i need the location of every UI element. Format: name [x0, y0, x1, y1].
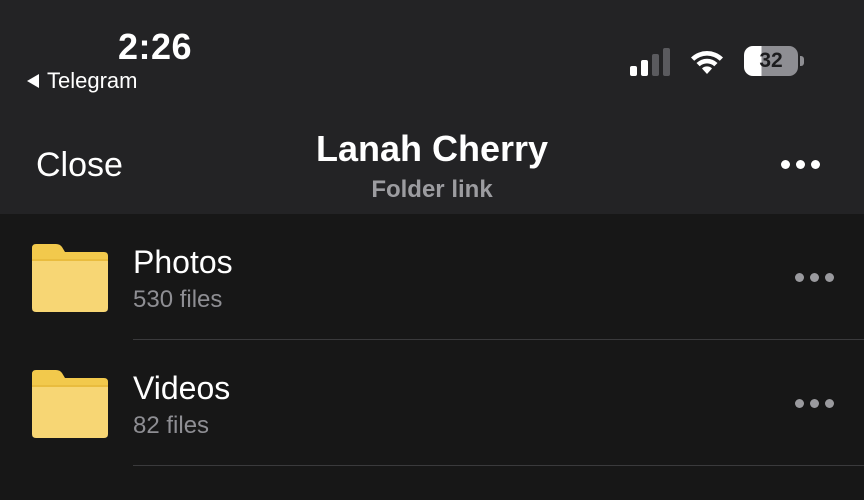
top-bar: 2:26 Telegram 32 Close Lanah Cherry Fold…	[0, 0, 864, 214]
row-more-icon[interactable]	[795, 399, 834, 408]
cellular-signal-icon	[630, 46, 670, 76]
more-options-icon[interactable]	[781, 160, 820, 169]
folder-icon	[32, 244, 108, 312]
row-more-icon[interactable]	[795, 273, 834, 282]
page-title: Lanah Cherry	[315, 128, 549, 169]
battery-icon: 32	[744, 46, 804, 76]
battery-level: 32	[759, 49, 783, 72]
divider	[133, 465, 864, 466]
status-time: 2:26	[118, 26, 193, 67]
folder-name: Photos	[133, 244, 233, 280]
folder-list: Photos 530 files Videos 82 files	[0, 214, 864, 500]
status-indicators: 32	[630, 46, 804, 76]
list-item-photos[interactable]: Photos 530 files	[0, 214, 864, 340]
list-item-videos[interactable]: Videos 82 files	[0, 340, 864, 466]
folder-file-count: 530 files	[133, 286, 223, 313]
back-triangle-icon	[27, 74, 39, 88]
back-app-label: Telegram	[47, 68, 138, 93]
folder-name: Videos	[133, 370, 231, 406]
back-to-app-button[interactable]: Telegram	[27, 68, 137, 94]
page-subtitle: Folder link	[371, 176, 493, 203]
folder-file-count: 82 files	[133, 412, 210, 439]
wifi-icon	[691, 51, 723, 74]
folder-icon	[32, 370, 108, 438]
